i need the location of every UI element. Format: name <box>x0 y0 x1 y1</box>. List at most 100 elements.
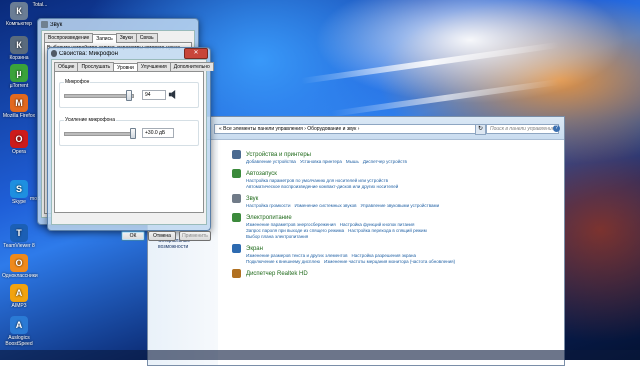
mic-boost-label: Усиление микрофона <box>64 117 116 123</box>
speaker-icon <box>232 194 241 203</box>
desktop-icon-label: Auslogics BoostSpeed <box>5 335 33 347</box>
mic-level-slider[interactable] <box>64 94 134 98</box>
address-bar[interactable]: « Все элементы панели управления › Обору… <box>214 124 478 134</box>
tab-sound_window-3[interactable]: Связь <box>135 33 158 42</box>
mic-tabs: Общие Прослушать Уровни Улучшения Дополнител… <box>52 60 214 72</box>
power-icon <box>232 213 241 222</box>
desktop-icon[interactable]: О Одноклассники <box>2 254 38 279</box>
firefox-icon: M <box>10 94 28 112</box>
desktop-icon-label[interactable]: Total... <box>30 2 50 8</box>
refresh-icon[interactable]: ↻ <box>475 124 486 135</box>
category-link[interactable]: Настройка громкости <box>246 203 291 208</box>
desktop-icon-label: TeamViewer 8 <box>3 243 35 249</box>
tab-mic_dialog-0[interactable]: Общие <box>54 62 79 71</box>
speaker-icon[interactable] <box>168 90 177 99</box>
desktop-icon[interactable]: К Корзина <box>2 36 36 61</box>
category-title[interactable]: Экран <box>246 246 263 252</box>
desktop-icon-label: AIMP3 <box>11 303 27 309</box>
desktop-icon[interactable]: T TeamViewer 8 <box>2 224 36 249</box>
desktop-icon-label: Mozilla Firefox <box>2 113 36 119</box>
category-link[interactable]: Изменение параметров энергосбережения <box>246 222 336 227</box>
category-link[interactable]: Настройка параметров по умолчанию для но… <box>246 178 388 183</box>
mic-boost-slider-thumb[interactable] <box>130 128 136 139</box>
tab-sound_window-1[interactable]: Запись <box>92 34 117 43</box>
desktop-icon[interactable]: A AIMP3 <box>2 284 36 309</box>
tab-mic_dialog-3[interactable]: Улучшения <box>136 62 171 71</box>
category-title[interactable]: Устройства и принтеры <box>246 152 311 158</box>
category-title[interactable]: Диспетчер Realtek HD <box>246 271 308 277</box>
computer-icon: К <box>10 2 28 20</box>
category-link[interactable]: Мышь <box>346 159 359 164</box>
category-printer: Устройства и принтеры Добавление устройст… <box>232 150 558 165</box>
tab-sound_window-0[interactable]: Воспроизведение <box>44 33 94 42</box>
cancel-button[interactable]: Отмена <box>148 231 176 241</box>
category-link[interactable]: Запрос пароля при выходе из спящего режи… <box>246 228 344 233</box>
category-link[interactable]: Управление звуковыми устройствами <box>361 203 440 208</box>
desktop-icon-label: µTorrent <box>9 83 29 89</box>
desktop-icon-label: Корзина <box>9 55 29 61</box>
category-title[interactable]: Звук <box>246 196 258 202</box>
category-link[interactable]: Изменение частоты мерцания монитора (час… <box>324 259 455 264</box>
category-realtek: Диспетчер Realtek HD <box>232 269 558 278</box>
speaker-icon <box>41 21 48 28</box>
recycle-bin-icon: К <box>10 36 28 54</box>
utorrent-icon: µ <box>10 64 28 82</box>
microphone-icon <box>51 50 57 57</box>
mic-level-slider-thumb[interactable] <box>125 90 132 101</box>
category-title[interactable]: Автозапуск <box>246 171 277 177</box>
apply-button[interactable]: Применить <box>179 231 211 241</box>
category-link[interactable]: Добавление устройства <box>246 159 296 164</box>
boostspeed-icon: A <box>10 316 28 334</box>
skype-icon: S <box>10 180 28 198</box>
mic-boost-group: Усиление микрофона +30.0 дБ <box>59 117 199 146</box>
mic-level-label: Микрофон <box>64 79 91 85</box>
category-autoplay: Автозапуск Настройка параметров по умолча… <box>232 169 558 190</box>
taskbar <box>0 350 640 360</box>
desktop-icon[interactable]: µ µTorrent <box>2 64 36 89</box>
help-icon[interactable]: ? <box>553 125 560 132</box>
mic-boost-slider[interactable] <box>64 132 134 136</box>
close-button[interactable]: ✕ <box>184 48 208 59</box>
category-display: Экран Изменение размеров текста и других … <box>232 244 558 265</box>
tab-mic_dialog-4[interactable]: Дополнительно <box>169 62 214 71</box>
tab-mic_dialog-1[interactable]: Прослушать <box>77 62 115 71</box>
dialog-title: Свойства: Микрофон <box>59 50 118 57</box>
aimp-icon: A <box>10 284 28 302</box>
mic-properties-dialog: Свойства: Микрофон ✕ Общие Прослушать Уров… <box>47 47 214 241</box>
mic-boost-value[interactable]: +30.0 дБ <box>142 128 174 138</box>
tab-sound_window-2[interactable]: Звуки <box>115 33 137 42</box>
category-link[interactable]: Автоматическое воспроизведение компакт-д… <box>246 184 398 189</box>
category-link[interactable]: Подключение к внешнему дисплею <box>246 259 320 264</box>
category-link[interactable]: Настройка перехода в спящий режим <box>348 228 427 233</box>
levels-pane: Микрофон 94 Усиление микрофона +30.0 дБ <box>54 71 204 213</box>
teamviewer-icon: T <box>10 224 28 242</box>
category-speaker: Звук Настройка громкости Изменение системн… <box>232 194 558 209</box>
category-link[interactable]: Изменение системных звуков <box>295 203 357 208</box>
search-input[interactable]: Поиск в панели управления <box>486 124 559 134</box>
category-link[interactable]: Настройка функций кнопок питания <box>340 222 415 227</box>
control-panel-main: Устройства и принтеры Добавление устройст… <box>232 150 558 282</box>
odnoklassniki-icon: О <box>10 254 28 272</box>
printer-icon <box>232 150 241 159</box>
ok-button[interactable]: ОК <box>121 231 145 241</box>
mic-level-value[interactable]: 94 <box>142 90 166 100</box>
desktop-icon[interactable]: M Mozilla Firefox <box>2 94 36 119</box>
desktop-icon-label: Компьютер <box>6 21 32 27</box>
sound-tabs: Воспроизведение Запись Звуки Связь <box>42 31 194 43</box>
window-title: Звук <box>50 21 63 28</box>
category-title[interactable]: Электропитание <box>246 215 292 221</box>
desktop-icon-label: Opera <box>12 149 26 155</box>
category-link[interactable]: Изменение размеров текста и других элеме… <box>246 253 348 258</box>
mic-level-group: Микрофон 94 <box>59 79 199 108</box>
desktop-icon-label: Одноклассники <box>2 273 38 279</box>
desktop-icon[interactable]: O Opera <box>2 130 36 155</box>
desktop-icon[interactable]: A Auslogics BoostSpeed <box>2 316 36 347</box>
category-power: Электропитание Изменение параметров энерг… <box>232 213 558 240</box>
category-link[interactable]: Установка принтера <box>300 159 342 164</box>
category-link[interactable]: Настройка разрешения экрана <box>352 253 416 258</box>
category-link[interactable]: Выбор плана электропитания <box>246 234 308 239</box>
category-link[interactable]: Диспетчер устройств <box>363 159 407 164</box>
realtek-icon <box>232 269 241 278</box>
display-icon <box>232 244 241 253</box>
autoplay-icon <box>232 169 241 178</box>
